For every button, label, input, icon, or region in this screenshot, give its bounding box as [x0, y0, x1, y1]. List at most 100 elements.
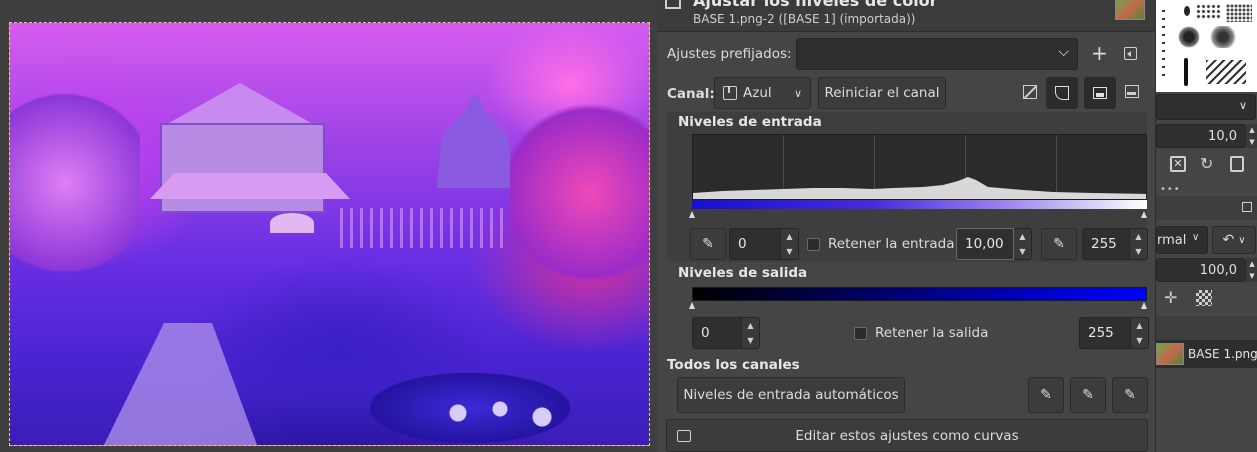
input-low-handle[interactable]: [689, 211, 695, 218]
output-high-handle[interactable]: [1141, 302, 1147, 309]
output-low-value[interactable]: 0: [692, 317, 742, 349]
output-high-arrows[interactable]: ▲ ▼: [1131, 317, 1149, 349]
preset-menu-icon[interactable]: [1124, 47, 1137, 60]
arrow-down-icon[interactable]: ▼: [781, 244, 798, 259]
pick-black-input-button[interactable]: ✎: [690, 228, 726, 260]
delete-brush-icon[interactable]: ✕: [1170, 156, 1186, 172]
arrow-up-icon[interactable]: ▲: [1131, 318, 1148, 333]
output-high-spinner[interactable]: 255 ▲ ▼: [1079, 317, 1149, 349]
auto-input-levels-button[interactable]: Niveles de entrada automáticos: [677, 377, 905, 413]
layer-name: BASE 1.png: [1188, 347, 1257, 361]
input-high-value[interactable]: 255: [1082, 228, 1130, 260]
input-gamma-arrows[interactable]: ▲ ▼: [1014, 228, 1032, 260]
dialog-title: Ajustar los niveles de color: [693, 0, 938, 10]
input-low-arrows[interactable]: ▲ ▼: [781, 228, 799, 260]
arrow-up-icon[interactable]: ▲: [781, 229, 798, 244]
input-high-handle[interactable]: [1141, 211, 1147, 218]
input-high-spinner[interactable]: 255 ▲ ▼: [1082, 228, 1148, 260]
path: [100, 323, 260, 445]
keep-output-label: Retener la salida: [875, 325, 989, 341]
output-low-handle[interactable]: [689, 302, 695, 309]
layer-mode-select[interactable]: rmal: [1156, 226, 1208, 254]
all-channels-heading: Todos los canales: [667, 357, 800, 373]
dock-separator-dots[interactable]: •••: [1160, 184, 1181, 195]
reset-channel-label: Reiniciar el canal: [824, 85, 940, 101]
brush-select[interactable]: ∨: [1156, 94, 1256, 120]
opacity-spin-arrows[interactable]: ▲ ▼: [1246, 258, 1257, 282]
linear-histogram-icon[interactable]: [1023, 85, 1038, 99]
layer-row[interactable]: BASE 1.png: [1156, 340, 1257, 368]
chevron-down-icon: ⌵: [1058, 44, 1069, 60]
arrow-down-icon[interactable]: ▼: [1130, 244, 1147, 259]
levels-icon: [665, 0, 681, 9]
pagoda-roof: [160, 83, 320, 128]
input-low-spinner[interactable]: 0 ▲ ▼: [729, 228, 799, 260]
canvas-area[interactable]: [0, 0, 657, 452]
input-levels-heading: Niveles de entrada: [678, 114, 822, 130]
reset-channel-button[interactable]: Reiniciar el canal: [818, 77, 946, 109]
brush-size-value[interactable]: 10,0: [1208, 129, 1237, 144]
opacity-field[interactable]: 100,0: [1156, 258, 1246, 282]
fence: [340, 208, 510, 248]
edit-as-curves-button[interactable]: Editar estos ajustes como curvas: [666, 419, 1148, 452]
presets-label: Ajustes prefijados:: [667, 46, 792, 62]
eyedropper-white-icon: ✎: [1124, 387, 1136, 403]
log-histogram-button[interactable]: [1046, 77, 1078, 109]
presets-select[interactable]: ⌵: [796, 38, 1078, 70]
image-thumbnail: [1115, 0, 1145, 20]
image-canvas[interactable]: [9, 22, 650, 446]
pick-black-point-button[interactable]: ✎: [1028, 377, 1064, 413]
brushes-preview[interactable]: [1156, 0, 1257, 92]
histogram-icon: [1093, 87, 1107, 99]
keep-input-label: Retener la entrada: [828, 236, 955, 252]
output-low-spinner[interactable]: 0 ▲ ▼: [692, 317, 760, 349]
channel-select[interactable]: Azul ∨: [714, 77, 811, 109]
presets-row: Ajustes prefijados:: [667, 39, 792, 69]
arrow-down-icon[interactable]: ▼: [1014, 244, 1031, 259]
alpha-lock-icon[interactable]: [1196, 290, 1212, 306]
input-high-arrows[interactable]: ▲ ▼: [1130, 228, 1148, 260]
output-low-arrows[interactable]: ▲ ▼: [742, 317, 760, 349]
arrow-up-icon[interactable]: ▲: [1130, 229, 1147, 244]
layer-thumbnail: [1156, 343, 1184, 365]
histogram-view-button[interactable]: [1084, 77, 1116, 109]
arrow-down-icon[interactable]: ▼: [1131, 333, 1148, 348]
brush-blob: [1208, 26, 1238, 48]
output-high-value[interactable]: 255: [1079, 317, 1131, 349]
input-gamma-value[interactable]: 10,00: [956, 228, 1014, 260]
tree-right: [510, 93, 649, 293]
move-icon[interactable]: ✛: [1164, 288, 1177, 307]
brush-hatch: [1206, 60, 1246, 84]
layer-mode-chevron-icon[interactable]: ∨: [1192, 232, 1199, 243]
output-gradient-bar: [692, 287, 1147, 301]
keep-output-checkbox[interactable]: Retener la salida: [854, 325, 988, 341]
opacity-value[interactable]: 100,0: [1200, 263, 1237, 278]
pick-gray-point-button[interactable]: ✎: [1070, 377, 1106, 413]
arrow-up-icon[interactable]: ▲: [742, 318, 759, 333]
size-spin-arrows[interactable]: ▲ ▼: [1246, 124, 1257, 148]
keep-input-checkbox[interactable]: Retener la entrada: [807, 236, 955, 252]
add-preset-icon[interactable]: +: [1091, 41, 1108, 65]
input-low-value[interactable]: 0: [729, 228, 781, 260]
pick-white-point-button[interactable]: ✎: [1112, 377, 1148, 413]
refresh-icon[interactable]: ↻: [1200, 154, 1213, 173]
channel-label-row: Canal:: [667, 84, 715, 104]
pick-white-input-button[interactable]: ✎: [1041, 228, 1077, 260]
dock-menu-icon[interactable]: [1242, 202, 1252, 212]
copy-icon[interactable]: [1230, 156, 1244, 172]
keep-input-box[interactable]: [807, 237, 820, 251]
input-gamma-spinner[interactable]: 10,00 ▲ ▼: [956, 228, 1032, 260]
tree-left: [10, 83, 140, 283]
mode-switch-button[interactable]: ↶ ∨: [1212, 226, 1256, 254]
right-dock: ∨ 10,0 ▲ ▼ ✕ ↻ ••• rmal ∨ ↶ ∨ 100,0 ▲ ▼ ✛ …: [1155, 0, 1257, 452]
chevron-down-icon: ∨: [793, 86, 802, 100]
arrow-down-icon[interactable]: ▼: [742, 333, 759, 348]
brush-size-field[interactable]: 10,0: [1156, 124, 1246, 148]
arrow-up-icon[interactable]: ▲: [1014, 229, 1031, 244]
histogram-alt-icon[interactable]: [1125, 85, 1139, 98]
keep-output-box[interactable]: [854, 326, 867, 340]
layer-list-header: [1156, 316, 1257, 340]
brush-dots-column: [1162, 10, 1165, 80]
input-histogram[interactable]: [692, 134, 1147, 200]
layer-mode-value[interactable]: rmal: [1157, 233, 1186, 248]
